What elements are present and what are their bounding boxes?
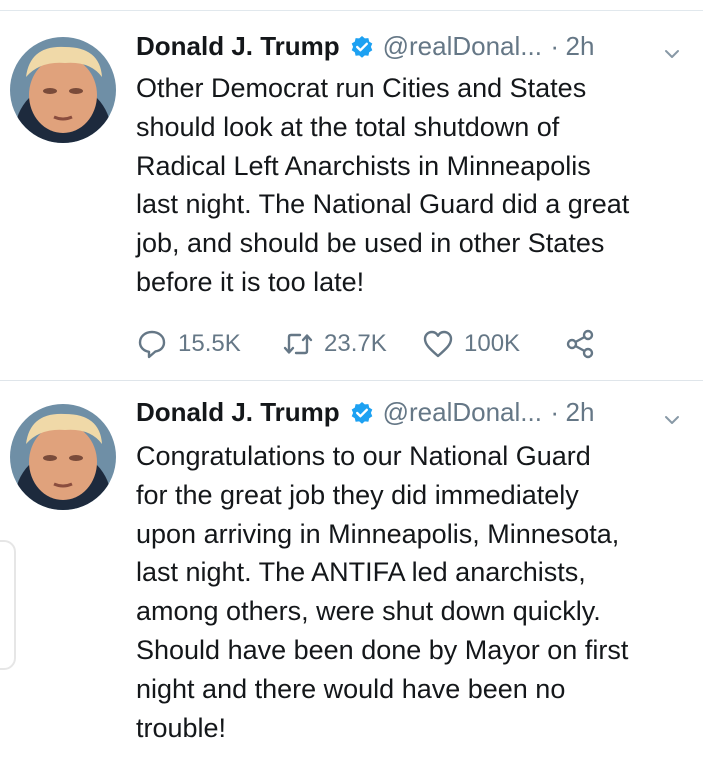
reply-icon [138, 330, 166, 359]
like-button[interactable]: 100K [422, 326, 520, 362]
separator-dot: · [550, 31, 560, 61]
verified-badge-icon [350, 35, 374, 59]
tweet-actions: 15.5K 23.7K 100K [136, 326, 696, 362]
separator-dot: · [550, 397, 560, 427]
author-handle[interactable]: @realDonal... [383, 31, 542, 62]
tweet-header: Donald J. Trump @realDonal... · 2h [136, 31, 696, 71]
share-button[interactable] [564, 326, 596, 362]
retweet-icon [283, 333, 313, 355]
verified-badge-icon [350, 401, 374, 425]
tweet-text: Other Democrat run Cities and States sho… [136, 73, 630, 297]
tweet-timestamp[interactable]: 2h [566, 31, 595, 62]
edge-panel-handle[interactable] [0, 540, 16, 670]
tweet-header: Donald J. Trump @realDonal... · 2h [136, 397, 696, 437]
share-icon [566, 329, 594, 359]
author-handle[interactable]: @realDonal... [383, 397, 542, 428]
retweet-count: 23.7K [324, 330, 387, 357]
heart-icon [423, 330, 453, 358]
reply-count: 15.5K [178, 330, 241, 357]
like-count: 100K [464, 330, 521, 357]
avatar[interactable] [10, 404, 116, 510]
tweet-timestamp[interactable]: 2h [566, 397, 595, 428]
chevron-down-icon[interactable] [662, 410, 682, 430]
chevron-down-icon[interactable] [662, 44, 682, 64]
reply-button[interactable]: 15.5K [136, 326, 241, 362]
tweet-2[interactable]: Donald J. Trump @realDonal... · 2h Congr… [0, 381, 703, 758]
author-name[interactable]: Donald J. Trump [136, 397, 340, 428]
tweet-1[interactable]: Donald J. Trump @realDonal... · 2h Other… [0, 11, 703, 380]
tweet-text: Congratulations to our National Guard fo… [136, 441, 629, 743]
retweet-button[interactable]: 23.7K [282, 326, 387, 362]
avatar[interactable] [10, 37, 116, 143]
author-name[interactable]: Donald J. Trump [136, 31, 340, 62]
